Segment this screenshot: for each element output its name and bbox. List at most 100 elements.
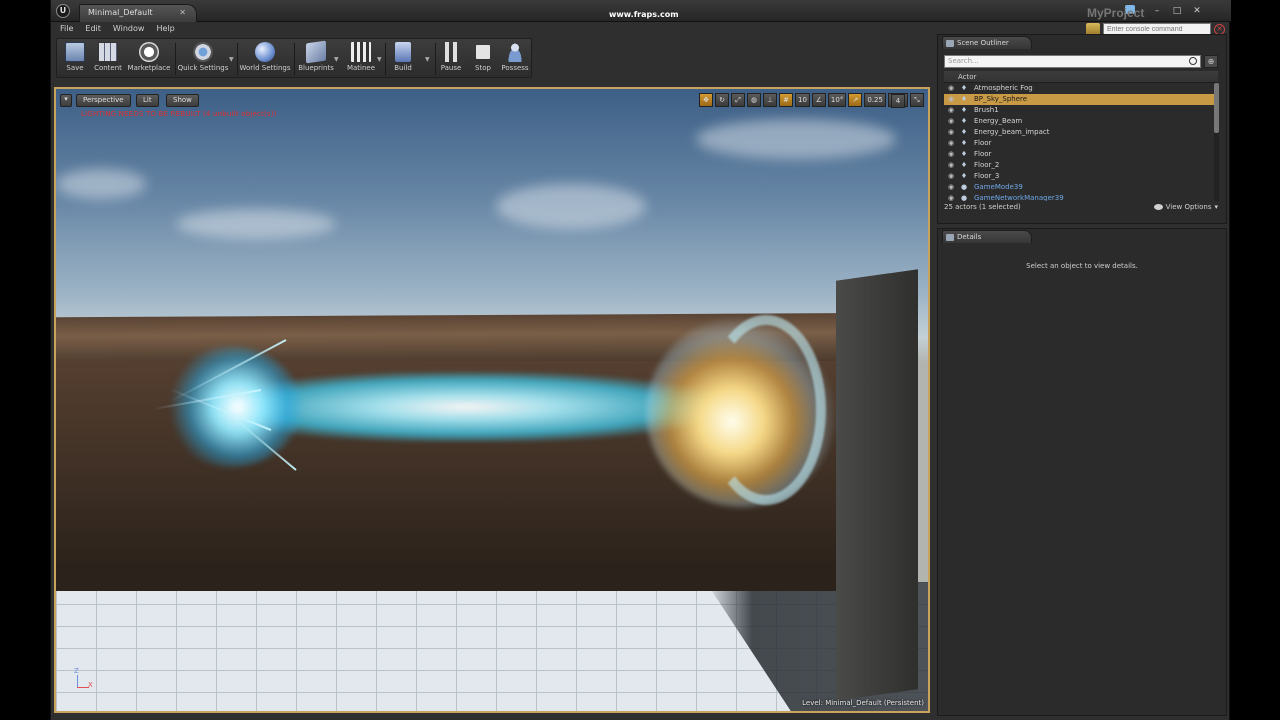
details-icon bbox=[946, 234, 954, 241]
unreal-editor-window: U Minimal_Default ✕ www.fraps.com MyProj… bbox=[50, 0, 1231, 720]
visibility-eye-icon[interactable]: ◉ bbox=[944, 193, 958, 201]
rotate-tool-icon[interactable]: ↻ bbox=[715, 93, 729, 107]
visibility-eye-icon[interactable]: ◉ bbox=[944, 171, 958, 182]
outliner-row[interactable]: ◉ ♦ Energy_beam_impact bbox=[944, 127, 1214, 138]
minimize-button[interactable]: – bbox=[1148, 5, 1166, 18]
camera-speed-value: 4 bbox=[890, 94, 905, 108]
stop-button[interactable]: Stop bbox=[470, 42, 496, 72]
visibility-eye-icon[interactable]: ◉ bbox=[944, 182, 958, 193]
rotation-snap-value[interactable]: 10° bbox=[827, 93, 847, 107]
menu-bar: File Edit Window Help bbox=[51, 22, 931, 36]
world-local-icon[interactable]: ◍ bbox=[747, 93, 761, 107]
details-title: Details bbox=[957, 233, 982, 241]
pause-button[interactable]: Pause bbox=[438, 42, 464, 72]
outliner-row[interactable]: ◉ ♦ Floor bbox=[944, 138, 1214, 149]
scale-snap-value[interactable]: 0.25 bbox=[864, 93, 886, 107]
build-dropdown-icon[interactable]: ▼ bbox=[425, 56, 430, 63]
camera-speed-button[interactable]: 4 bbox=[887, 93, 908, 108]
actor-type-icon: ● bbox=[960, 194, 968, 201]
outliner-row[interactable]: ◉ ♦ Atmospheric Fog bbox=[944, 83, 1214, 94]
outliner-row[interactable]: ◉ ♦ Floor bbox=[944, 149, 1214, 160]
menu-edit[interactable]: Edit bbox=[79, 22, 107, 36]
maximize-button[interactable]: □ bbox=[1168, 5, 1186, 18]
visibility-eye-icon[interactable]: ◉ bbox=[944, 149, 958, 160]
show-button[interactable]: Show bbox=[166, 94, 199, 107]
quick-settings-button[interactable]: Quick Settings bbox=[177, 42, 229, 72]
axis-gizmo: Z X bbox=[74, 667, 94, 695]
maximize-viewport-icon[interactable]: ⤡ bbox=[909, 93, 924, 107]
close-console-icon[interactable]: ✕ bbox=[1214, 23, 1225, 35]
visibility-eye-icon[interactable]: ◉ bbox=[944, 160, 958, 171]
outliner-row[interactable]: ◉ ♦ Floor_2 bbox=[944, 160, 1214, 171]
world-settings-icon bbox=[255, 42, 275, 62]
translate-tool-icon[interactable]: ✥ bbox=[699, 93, 713, 107]
grid-snap-value[interactable]: 10 bbox=[795, 93, 810, 107]
eye-icon bbox=[1153, 204, 1163, 210]
actor-type-icon: ♦ bbox=[960, 172, 968, 180]
outliner-scroll-thumb[interactable] bbox=[1214, 83, 1219, 133]
blueprints-icon bbox=[306, 40, 326, 64]
view-mode-button[interactable]: Lit bbox=[136, 94, 159, 107]
view-options-button[interactable]: View Options ▾ bbox=[1153, 203, 1218, 211]
level-document-tab[interactable]: Minimal_Default ✕ bbox=[79, 4, 197, 22]
visibility-eye-icon[interactable]: ◉ bbox=[944, 105, 958, 116]
matinee-icon bbox=[351, 42, 371, 62]
build-icon bbox=[395, 42, 411, 62]
close-tab-icon[interactable]: ✕ bbox=[179, 8, 186, 17]
matinee-button[interactable]: Matinee bbox=[344, 42, 378, 72]
possess-button[interactable]: Possess bbox=[500, 42, 530, 72]
visibility-eye-icon[interactable]: ◉ bbox=[944, 116, 958, 127]
rotation-snap-icon[interactable]: ∠ bbox=[811, 93, 826, 107]
fraps-watermark: www.fraps.com bbox=[609, 10, 679, 19]
outliner-row[interactable]: ◉ ♦ Energy_Beam bbox=[944, 116, 1214, 127]
viewport-options-button[interactable]: ▾ bbox=[60, 94, 72, 107]
outliner-row[interactable]: ◉ ♦ Brush1 bbox=[944, 105, 1214, 116]
actor-name: Atmospheric Fog bbox=[974, 84, 1033, 92]
visibility-eye-icon[interactable]: ◉ bbox=[944, 127, 958, 138]
visibility-eye-icon[interactable]: ◉ bbox=[944, 138, 958, 149]
outliner-add-icon[interactable]: ⊕ bbox=[1204, 55, 1218, 68]
sky-cloud bbox=[56, 169, 146, 199]
actor-type-icon: ♦ bbox=[960, 106, 968, 114]
outliner-scrollbar[interactable] bbox=[1214, 83, 1219, 201]
perspective-label: Perspective bbox=[83, 96, 124, 104]
scene-outliner-tab[interactable]: Scene Outliner bbox=[942, 36, 1032, 49]
project-name: MyProject bbox=[1087, 6, 1145, 20]
actor-name[interactable]: GameMode39 bbox=[970, 182, 1023, 193]
blueprints-button[interactable]: Blueprints bbox=[297, 40, 335, 72]
outliner-column-header[interactable]: Actor bbox=[944, 71, 1218, 83]
actor-name: Floor bbox=[974, 139, 992, 147]
outliner-search-input[interactable]: Search... bbox=[944, 55, 1201, 68]
menu-window[interactable]: Window bbox=[107, 22, 151, 36]
visibility-eye-icon[interactable]: ◉ bbox=[944, 94, 958, 105]
marketplace-button[interactable]: Marketplace bbox=[127, 42, 171, 72]
content-button[interactable]: Content bbox=[92, 42, 124, 72]
save-button[interactable]: Save bbox=[62, 42, 88, 72]
content-label: Content bbox=[94, 64, 122, 72]
build-button[interactable]: Build bbox=[390, 42, 416, 72]
world-settings-button[interactable]: World Settings bbox=[239, 42, 291, 72]
outliner-row[interactable]: ◉ ♦ Floor_3 bbox=[944, 171, 1214, 182]
scale-tool-icon[interactable]: ⤢ bbox=[731, 93, 745, 107]
actor-name: Floor bbox=[974, 150, 992, 158]
close-window-button[interactable]: ✕ bbox=[1188, 5, 1206, 18]
quick-settings-dropdown-icon[interactable]: ▼ bbox=[229, 56, 234, 63]
stop-label: Stop bbox=[475, 64, 491, 72]
outliner-row[interactable]: ◉ ♦ BP_Sky_Sphere bbox=[944, 94, 1214, 105]
scale-snap-icon[interactable]: ↗ bbox=[848, 93, 863, 107]
actor-name[interactable]: GameNetworkManager39 bbox=[970, 193, 1064, 201]
perspective-button[interactable]: Perspective bbox=[76, 94, 131, 107]
visibility-eye-icon[interactable]: ◉ bbox=[944, 83, 958, 94]
world-settings-label: World Settings bbox=[239, 64, 291, 72]
level-viewport[interactable]: ▾ Perspective Lit Show LIGHTING NEEDS TO… bbox=[54, 87, 930, 713]
outliner-row[interactable]: ◉ ● GameNetworkManager39 bbox=[944, 193, 1214, 201]
blueprints-dropdown-icon[interactable]: ▼ bbox=[334, 56, 339, 63]
toolbar-separator bbox=[175, 43, 176, 75]
menu-file[interactable]: File bbox=[54, 22, 79, 36]
details-tab[interactable]: Details bbox=[942, 230, 1032, 243]
surface-snap-icon[interactable]: ⊥ bbox=[763, 93, 777, 107]
matinee-dropdown-icon[interactable]: ▼ bbox=[377, 56, 382, 63]
grid-snap-icon[interactable]: # bbox=[779, 93, 793, 107]
menu-help[interactable]: Help bbox=[150, 22, 180, 36]
outliner-row[interactable]: ◉ ● GameMode39 bbox=[944, 182, 1214, 193]
